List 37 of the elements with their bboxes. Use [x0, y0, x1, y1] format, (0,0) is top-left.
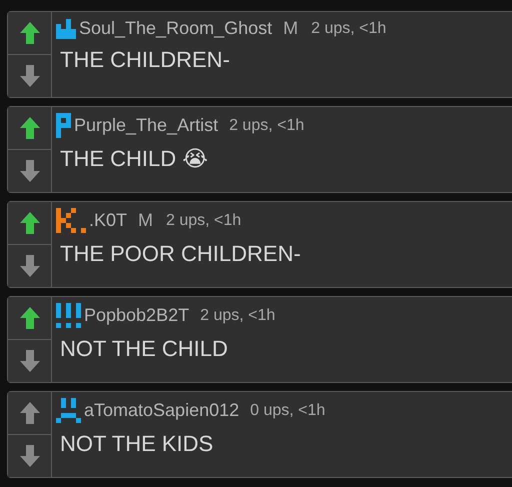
comment-meta: 0 ups, <1h: [250, 402, 326, 420]
downvote-button[interactable]: [8, 54, 51, 97]
up-arrow-icon: [18, 401, 40, 425]
comment-text: THE CHILDREN-: [59, 47, 231, 73]
avatar-icon[interactable]: [56, 303, 81, 328]
username-link[interactable]: Soul_The_Room_Ghost: [79, 18, 272, 39]
username-link[interactable]: aTomatoSapien012: [84, 400, 240, 421]
up-arrow-icon: [18, 211, 40, 235]
comment-text: THE CHILD 😭: [59, 146, 209, 172]
avatar-icon[interactable]: [56, 208, 86, 233]
downvote-button[interactable]: [8, 339, 51, 382]
down-arrow-icon: [18, 349, 40, 373]
down-arrow-icon: [18, 159, 40, 183]
up-arrow-icon: [18, 116, 40, 140]
comment-text: NOT THE KIDS: [59, 431, 214, 457]
down-arrow-icon: [18, 444, 40, 468]
comment-meta: 2 ups, <1h: [229, 116, 304, 134]
downvote-button[interactable]: [8, 244, 51, 287]
downvote-button[interactable]: [8, 434, 51, 477]
comment-meta: 2 ups, <1h: [200, 306, 276, 324]
up-arrow-icon: [18, 21, 40, 45]
comment-meta: 2 ups, <1h: [311, 20, 386, 38]
avatar-icon[interactable]: [56, 398, 81, 423]
up-arrow-icon: [18, 306, 40, 330]
username-link[interactable]: Popbob2B2T: [84, 305, 190, 326]
comment-text: NOT THE CHILD: [59, 336, 229, 362]
avatar-icon[interactable]: [56, 113, 71, 138]
comment-text: THE POOR CHILDREN-: [59, 241, 301, 267]
comment-meta: 2 ups, <1h: [166, 212, 242, 230]
mod-label: M: [138, 210, 154, 231]
username-link[interactable]: .K0T: [89, 210, 128, 231]
downvote-button[interactable]: [8, 149, 51, 192]
avatar-icon[interactable]: [56, 18, 76, 38]
mod-label: M: [283, 18, 298, 39]
username-link[interactable]: Purple_The_Artist: [74, 115, 218, 136]
down-arrow-icon: [18, 64, 40, 88]
down-arrow-icon: [18, 254, 40, 278]
